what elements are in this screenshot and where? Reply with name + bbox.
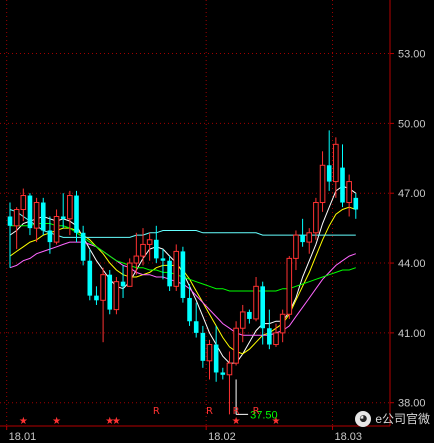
y-tick-label: 47.00	[398, 188, 426, 200]
candle-body	[53, 215, 60, 243]
candle-body	[193, 321, 199, 333]
candle-body	[167, 260, 172, 287]
signal-star-marker: ★	[19, 416, 28, 427]
x-tick-label: 18.03	[335, 431, 363, 443]
candle-body	[273, 332, 279, 346]
candle-body	[206, 344, 213, 362]
candle-body	[87, 260, 93, 296]
candle-body	[293, 234, 299, 259]
candle-body	[319, 164, 326, 204]
candle-body	[226, 362, 233, 376]
candle-body	[267, 328, 272, 345]
watermark: ◕ e公司官微	[355, 410, 430, 427]
watermark-text: e公司官微	[375, 412, 430, 426]
candle-body	[13, 209, 20, 227]
signal-star-marker: ★	[52, 416, 61, 427]
candle-body	[7, 216, 13, 226]
candle-body	[120, 281, 126, 287]
candle-body	[140, 243, 146, 257]
x-tick-label: 18.01	[9, 431, 37, 443]
candle-body	[353, 197, 359, 210]
candle-body	[313, 202, 319, 234]
candle-body	[326, 165, 332, 182]
x-tick-label: 18.02	[208, 431, 236, 443]
candle-body	[220, 372, 226, 375]
candle-body	[160, 258, 166, 261]
candle-body	[200, 332, 206, 361]
y-tick-label: 44.00	[398, 258, 426, 270]
candle-body	[113, 281, 120, 311]
candle-body	[333, 143, 339, 183]
candle-body	[33, 202, 40, 229]
candle-body	[180, 251, 186, 298]
candle-body	[107, 274, 113, 310]
candle-body	[100, 274, 106, 301]
candle-body	[253, 285, 259, 320]
signal-star-marker: ★	[112, 416, 121, 427]
candle-body	[187, 297, 192, 322]
candle-body	[233, 327, 239, 364]
candle-body	[279, 313, 286, 334]
candle-body	[173, 250, 180, 287]
candle-body	[80, 232, 86, 261]
y-tick-label: 38.00	[398, 398, 426, 410]
wechat-icon: ◕	[355, 410, 372, 427]
candle-body	[340, 167, 345, 203]
candle-body	[286, 257, 293, 315]
candle-body	[154, 239, 159, 259]
candle-body	[300, 235, 305, 243]
y-tick-label: 41.00	[398, 328, 426, 340]
candle-body	[126, 262, 133, 287]
signal-star-marker: ★	[272, 416, 281, 427]
signal-r-marker: R	[233, 406, 240, 417]
candle-body	[20, 195, 27, 211]
ma-line-5	[9, 209, 356, 238]
signal-r-marker: R	[206, 406, 213, 417]
candle-body	[67, 195, 73, 220]
candle-body	[346, 181, 352, 204]
candle-body	[133, 255, 140, 264]
candle-body	[213, 344, 219, 373]
candle-body	[306, 232, 313, 243]
candle-body	[60, 216, 66, 219]
candle-body	[260, 286, 265, 329]
candle-body	[74, 195, 79, 233]
candle-body	[146, 239, 153, 245]
signal-star-marker: ★	[232, 416, 241, 427]
y-tick-label: 53.00	[398, 49, 426, 61]
signal-r-marker: R	[253, 406, 260, 417]
candle-body	[94, 295, 99, 301]
y-tick-label: 50.00	[398, 118, 426, 130]
candle-body	[40, 202, 46, 231]
candle-body	[239, 311, 246, 329]
candle-body	[47, 230, 53, 243]
candlestick-chart: 53.00 50.00 47.00 44.00 41.00 38.00 18.01 18.02…	[0, 0, 426, 443]
candle-body	[247, 311, 252, 319]
candle-body	[27, 195, 33, 229]
signal-r-marker: R	[153, 406, 160, 417]
